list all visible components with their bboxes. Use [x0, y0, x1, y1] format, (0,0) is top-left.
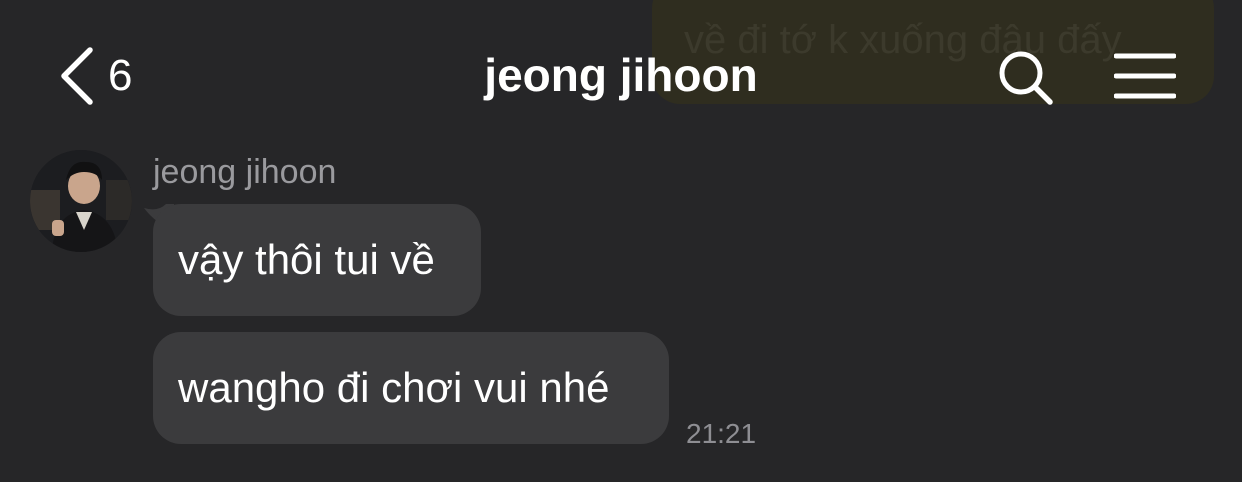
menu-button[interactable]: [1113, 52, 1177, 100]
message-text: vậy thôi tui về: [178, 236, 435, 283]
message-bubble[interactable]: vậy thôi tui về: [153, 204, 481, 316]
chat-title: jeong jihoon: [484, 49, 758, 101]
hamburger-menu-icon: [1113, 53, 1177, 104]
chat-screen: về đi tớ k xuống đâu đấy 6 jeong jihoon: [0, 0, 1242, 482]
message-text: wangho đi chơi vui nhé: [178, 364, 610, 411]
search-button[interactable]: [998, 50, 1054, 106]
message-timestamp: 21:21: [686, 418, 757, 449]
message-bubble[interactable]: wangho đi chơi vui nhé: [153, 332, 669, 444]
search-icon: [998, 51, 1054, 110]
sender-name: jeong jihoon: [153, 153, 337, 191]
chat-header: 6 jeong jihoon: [0, 0, 1242, 150]
avatar[interactable]: [30, 150, 132, 252]
